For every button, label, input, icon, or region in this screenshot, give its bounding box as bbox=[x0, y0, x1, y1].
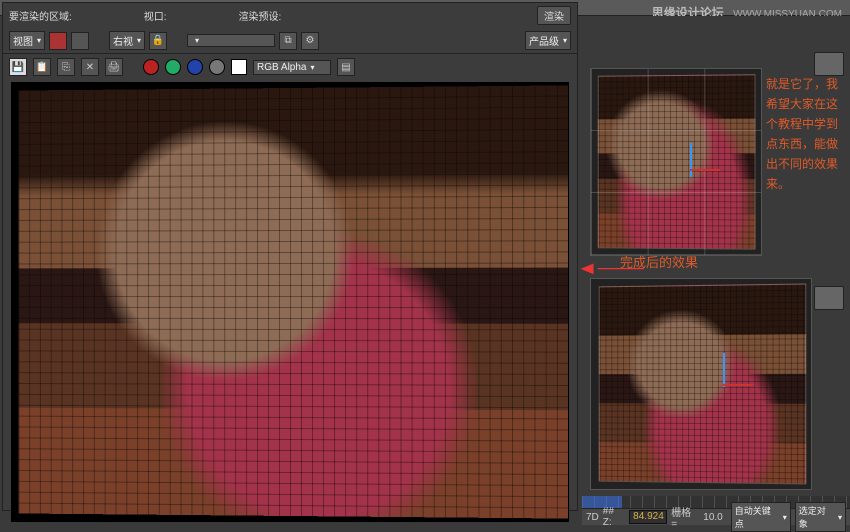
viewport-top-grid bbox=[591, 69, 761, 255]
print-icon[interactable]: 🖨 bbox=[105, 58, 123, 76]
viewport-label: 视口: bbox=[144, 8, 167, 23]
gizmo-x-axis-icon[interactable] bbox=[690, 169, 720, 171]
viewport-bottom[interactable] bbox=[590, 278, 812, 490]
render-toolbar-row1: 视图 右视 🔒 ⧉ ⚙ 产品级 bbox=[3, 28, 577, 54]
channel-alpha-icon[interactable] bbox=[209, 59, 225, 75]
area-label: 要渲染的区域: bbox=[9, 8, 72, 23]
panel-tool-icon-1[interactable] bbox=[814, 52, 844, 76]
lock-viewport-icon[interactable]: 🔒 bbox=[149, 32, 167, 50]
tool-icon-2[interactable] bbox=[71, 32, 89, 50]
channel-dropdown[interactable]: RGB Alpha bbox=[253, 60, 331, 75]
area-dropdown[interactable]: 视图 bbox=[9, 31, 45, 50]
autokey-button[interactable]: 自动关键点 bbox=[731, 502, 791, 532]
channel-blue-icon[interactable] bbox=[187, 59, 203, 75]
gamma-icon[interactable]: ▤ bbox=[337, 58, 355, 76]
render-output-view[interactable] bbox=[11, 82, 569, 522]
annotation-arrow-icon: ◄─── bbox=[576, 258, 643, 279]
status-zlabel: 7D bbox=[586, 512, 599, 523]
render-output-image bbox=[18, 85, 568, 518]
render-toolbar-row2: 💾 📋 ⎘ ✕ 🖨 RGB Alpha ▤ bbox=[3, 54, 577, 80]
viewport-bottom-content bbox=[599, 284, 807, 485]
gizmo-z-axis-icon[interactable] bbox=[690, 143, 692, 177]
gizmo-z-axis-icon[interactable] bbox=[723, 353, 725, 387]
channel-red-icon[interactable] bbox=[143, 59, 159, 75]
status-grid-value: 10.0 bbox=[703, 512, 722, 523]
preset-save-icon[interactable]: ⧉ bbox=[279, 32, 297, 50]
selected-mode-button[interactable]: 选定对象 bbox=[795, 502, 846, 532]
render-frame-window[interactable]: 要渲染的区域: 视口: 渲染预设: 渲染 视图 右视 🔒 ⧉ ⚙ 产品级 💾 📋… bbox=[2, 2, 578, 511]
copy-image-icon[interactable]: 📋 bbox=[33, 58, 51, 76]
preset-option-icon[interactable]: ⚙ bbox=[301, 32, 319, 50]
panel-tool-icon-2[interactable] bbox=[814, 286, 844, 310]
clone-frame-icon[interactable]: ⎘ bbox=[57, 58, 75, 76]
clear-icon[interactable]: ✕ bbox=[81, 58, 99, 76]
region-tool-icon[interactable] bbox=[49, 32, 67, 50]
save-image-icon[interactable]: 💾 bbox=[9, 58, 27, 76]
viewport-top[interactable] bbox=[590, 68, 762, 256]
status-value1[interactable]: 84.924 bbox=[629, 510, 667, 524]
production-dropdown[interactable]: 产品级 bbox=[525, 31, 571, 50]
render-frame-header: 要渲染的区域: 视口: 渲染预设: 渲染 bbox=[3, 3, 577, 28]
gizmo-x-axis-icon[interactable] bbox=[723, 384, 753, 386]
preset-label: 渲染预设: bbox=[239, 8, 282, 23]
channel-mono-toggle[interactable] bbox=[231, 59, 247, 75]
preset-dropdown[interactable] bbox=[187, 34, 275, 47]
render-button[interactable]: 渲染 bbox=[537, 6, 571, 25]
annotation-main: 就是它了，我希望大家在这个教程中学到点东西，能做出不同的效果来。 bbox=[766, 74, 842, 194]
channel-green-icon[interactable] bbox=[165, 59, 181, 75]
viewport-dropdown[interactable]: 右视 bbox=[109, 31, 145, 50]
statusbar: 7D ## Z: 84.924 栅格 = 10.0 自动关键点 选定对象 bbox=[582, 508, 850, 525]
status-grid-label: 栅格 = bbox=[671, 504, 699, 530]
